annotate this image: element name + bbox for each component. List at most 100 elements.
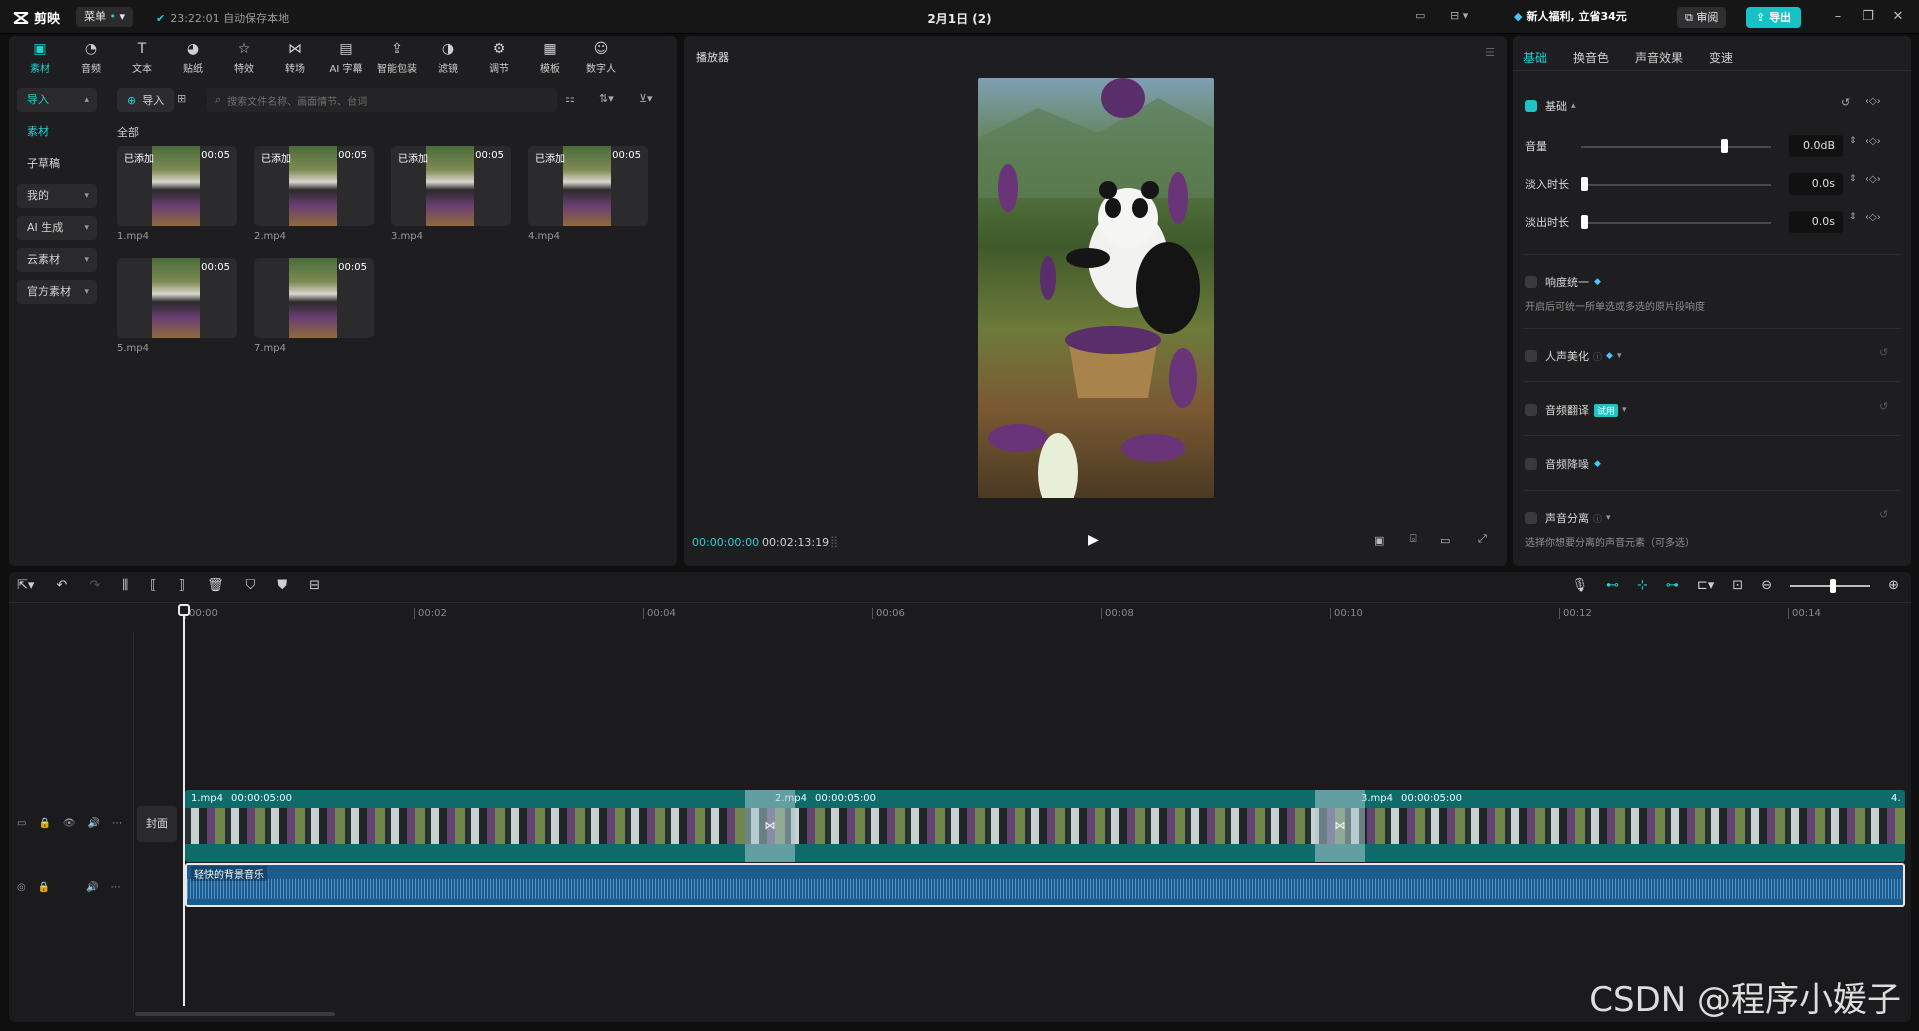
export-button[interactable]: ⇪ 导出 bbox=[1746, 7, 1802, 28]
sort-icon[interactable]: ⇅▾ bbox=[599, 92, 614, 105]
transition-marker[interactable]: ⋈ bbox=[745, 790, 795, 862]
tool-tab-ai-subtitle[interactable]: ▤ AI 字幕 bbox=[321, 38, 371, 75]
fadein-slider-handle[interactable] bbox=[1581, 177, 1588, 191]
sidebar-item-mine[interactable]: 我的 ▾ bbox=[17, 184, 97, 208]
stepper-icon[interactable]: ⇕ bbox=[1849, 174, 1857, 184]
tab-sound-effects[interactable]: 声音效果 bbox=[1635, 49, 1683, 66]
fadeout-slider-handle[interactable] bbox=[1581, 215, 1588, 229]
keyframe-icon[interactable]: ‹◇› bbox=[1865, 174, 1881, 185]
fadeout-value-input[interactable]: 0.0s bbox=[1789, 211, 1843, 233]
lock-icon[interactable]: 🔒 bbox=[38, 818, 50, 829]
translate-checkbox[interactable] bbox=[1525, 404, 1537, 416]
minimize-icon[interactable]: – bbox=[1823, 9, 1853, 24]
separate-row[interactable]: 声音分离 ⓘ ▾ bbox=[1525, 510, 1611, 526]
media-item[interactable]: 已添加 00:05 1.mp4 bbox=[117, 146, 237, 242]
view-mode-icon[interactable]: ⚏ bbox=[565, 92, 575, 105]
basic-checkbox[interactable] bbox=[1525, 100, 1537, 112]
panel-layout-icon[interactable]: ⊟ ▾ bbox=[1450, 9, 1468, 22]
stepper-icon[interactable]: ⇕ bbox=[1849, 212, 1857, 222]
sidebar-item-subdraft[interactable]: 子草稿 bbox=[17, 152, 97, 176]
help-icon[interactable]: ⓘ bbox=[1593, 350, 1602, 363]
timeline-ruler[interactable]: 00:00 00:02 00:04 00:06 00:08 00:10 00:12 00:14 bbox=[185, 572, 1905, 632]
original-quality-icon[interactable]: ▣ bbox=[1374, 534, 1384, 547]
tool-tab-text[interactable]: T 文本 bbox=[117, 38, 167, 75]
play-icon[interactable]: ▶ bbox=[1088, 532, 1099, 548]
loudness-checkbox[interactable] bbox=[1525, 276, 1537, 288]
denoise-checkbox[interactable] bbox=[1525, 458, 1537, 470]
translate-row[interactable]: 音频翻译 试用 ▾ bbox=[1525, 402, 1627, 418]
media-item[interactable]: 已添加 00:05 4.mp4 bbox=[528, 146, 648, 242]
select-tool-icon[interactable]: ⇱▾ bbox=[17, 578, 34, 593]
tab-voice-change[interactable]: 换音色 bbox=[1573, 49, 1609, 66]
tool-tab-effects[interactable]: ☆ 特效 bbox=[219, 38, 269, 75]
tab-basic[interactable]: 基础 bbox=[1523, 49, 1547, 66]
volume-value-input[interactable]: 0.0dB bbox=[1789, 135, 1843, 157]
tool-tab-media[interactable]: ▣ 素材 bbox=[15, 38, 65, 75]
lock-icon[interactable]: 🔒 bbox=[38, 882, 50, 893]
split-icon[interactable]: ⫼ bbox=[122, 578, 128, 593]
voice-enhance-checkbox[interactable] bbox=[1525, 350, 1537, 362]
clip-3[interactable]: 3.mp4 00:00:05:00 bbox=[1361, 793, 1462, 804]
tool-tab-filter[interactable]: ◑ 滤镜 bbox=[423, 38, 473, 75]
volume-slider[interactable] bbox=[1581, 146, 1771, 148]
screenshot-icon[interactable]: ⌻ bbox=[1410, 532, 1417, 546]
fadein-slider[interactable] bbox=[1581, 184, 1771, 186]
more-icon[interactable]: ⋯ bbox=[111, 882, 121, 893]
media-thumbnail[interactable]: 00:05 bbox=[254, 258, 374, 338]
import-button[interactable]: ⊕ 导入 bbox=[117, 88, 175, 112]
keyframe-icon[interactable]: ‹◇› bbox=[1865, 136, 1881, 147]
media-thumbnail[interactable]: 已添加 00:05 bbox=[391, 146, 511, 226]
reset-icon[interactable]: ↺ bbox=[1879, 400, 1888, 413]
speaker-icon[interactable]: 🔊 bbox=[86, 882, 98, 893]
media-item[interactable]: 已添加 00:05 3.mp4 bbox=[391, 146, 511, 242]
reset-icon[interactable]: ↺ bbox=[1879, 508, 1888, 521]
sidebar-item-import[interactable]: 导入 ▴ bbox=[17, 88, 97, 112]
tool-tab-transition[interactable]: ⋈ 转场 bbox=[270, 38, 320, 75]
speaker-icon[interactable]: 🔊 bbox=[88, 818, 100, 829]
audio-track[interactable]: 轻快的背景音乐 bbox=[185, 863, 1905, 907]
volume-slider-handle[interactable] bbox=[1720, 139, 1728, 153]
layout-icon[interactable]: ▭ bbox=[1415, 9, 1425, 22]
player-menu-icon[interactable]: ☰ bbox=[1485, 46, 1495, 59]
clip-1[interactable]: 1.mp4 00:00:05:00 bbox=[191, 793, 292, 804]
tool-tab-audio[interactable]: ◔ 音频 bbox=[66, 38, 116, 75]
audio-circle-icon[interactable]: ◎ bbox=[17, 882, 26, 893]
tool-tab-sticker[interactable]: ◕ 贴纸 bbox=[168, 38, 218, 75]
review-button[interactable]: ⧉ 审阅 bbox=[1677, 7, 1727, 28]
fadein-value-input[interactable]: 0.0s bbox=[1789, 173, 1843, 195]
sidebar-item-ai[interactable]: AI 生成 ▾ bbox=[17, 216, 97, 240]
waveform-toggle-icon[interactable]: ⣿ bbox=[830, 535, 838, 548]
undo-icon[interactable]: ↶ bbox=[56, 578, 67, 593]
tool-tab-template[interactable]: ▦ 模板 bbox=[525, 38, 575, 75]
basic-section-header[interactable]: 基础 ▴ bbox=[1525, 98, 1576, 114]
media-thumbnail[interactable]: 已添加 00:05 bbox=[254, 146, 374, 226]
stepper-icon[interactable]: ⇕ bbox=[1849, 136, 1857, 146]
grid-view-icon[interactable]: ⊞ bbox=[177, 92, 186, 105]
timeline-scrollbar[interactable] bbox=[135, 1012, 335, 1016]
video-preview[interactable] bbox=[978, 78, 1214, 498]
menu-button[interactable]: 菜单 • ▾ bbox=[76, 7, 134, 27]
tool-tab-smart-pack[interactable]: ⇪ 智能包装 bbox=[372, 38, 422, 75]
video-track[interactable]: 1.mp400:00:05:00 2.mp400:00:05:00 3.mp40… bbox=[185, 790, 1905, 862]
media-item[interactable]: 00:05 7.mp4 bbox=[254, 258, 374, 354]
keyframe-icon[interactable]: ‹◇› bbox=[1865, 212, 1881, 223]
split-left-icon[interactable]: ⟦ bbox=[150, 578, 156, 593]
clip-4[interactable]: 4. bbox=[1891, 793, 1901, 804]
eye-icon[interactable]: 👁 bbox=[63, 818, 76, 829]
tab-speed[interactable]: 变速 bbox=[1709, 49, 1733, 66]
cover-button[interactable]: 封面 bbox=[137, 806, 177, 842]
media-thumbnail[interactable]: 00:05 bbox=[117, 258, 237, 338]
media-item[interactable]: 00:05 5.mp4 bbox=[117, 258, 237, 354]
loudness-row[interactable]: 响度统一 ◆ bbox=[1525, 274, 1601, 290]
media-item[interactable]: 已添加 00:05 2.mp4 bbox=[254, 146, 374, 242]
tool-tab-adjust[interactable]: ⚙ 调节 bbox=[474, 38, 524, 75]
media-thumbnail[interactable]: 已添加 00:05 bbox=[528, 146, 648, 226]
sidebar-item-material[interactable]: 素材 bbox=[17, 120, 97, 144]
search-input[interactable]: ⌕ 搜索文件名称、画面情节、台词 bbox=[207, 88, 557, 112]
transition-marker[interactable]: ⋈ bbox=[1315, 790, 1365, 862]
filter-icon[interactable]: ⊻▾ bbox=[639, 92, 653, 105]
reset-icon[interactable]: ↺ bbox=[1841, 96, 1850, 109]
media-thumbnail[interactable]: 已添加 00:05 bbox=[117, 146, 237, 226]
aspect-ratio-icon[interactable]: ▭ bbox=[1440, 534, 1450, 547]
maximize-icon[interactable]: ❐ bbox=[1853, 9, 1883, 24]
